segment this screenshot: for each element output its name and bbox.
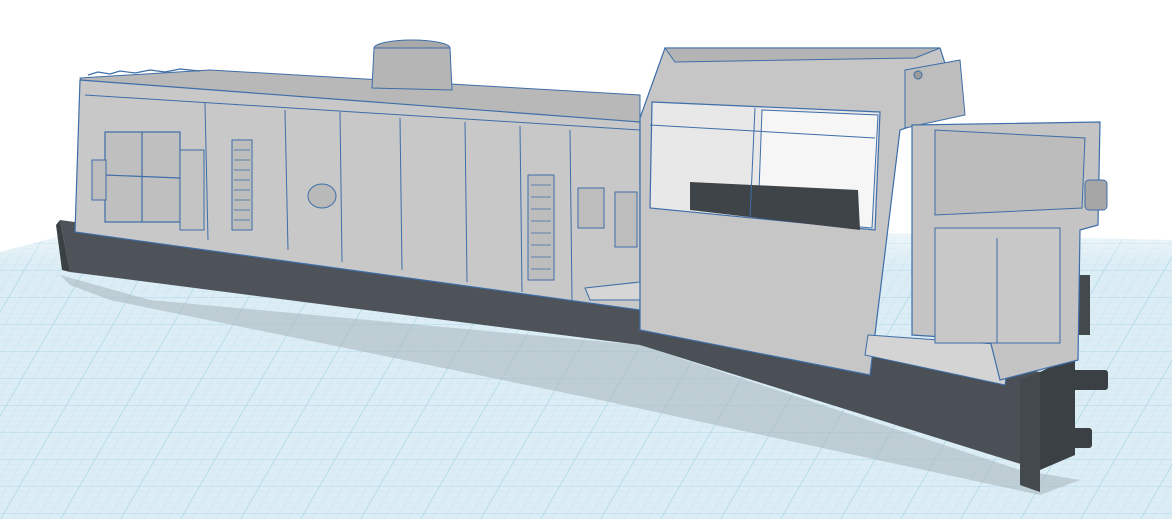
emblem-icon [307,183,337,209]
locomotive-short-hood [911,121,1108,381]
scene-svg[interactable] [0,0,1172,519]
3d-viewport[interactable] [0,0,1172,519]
